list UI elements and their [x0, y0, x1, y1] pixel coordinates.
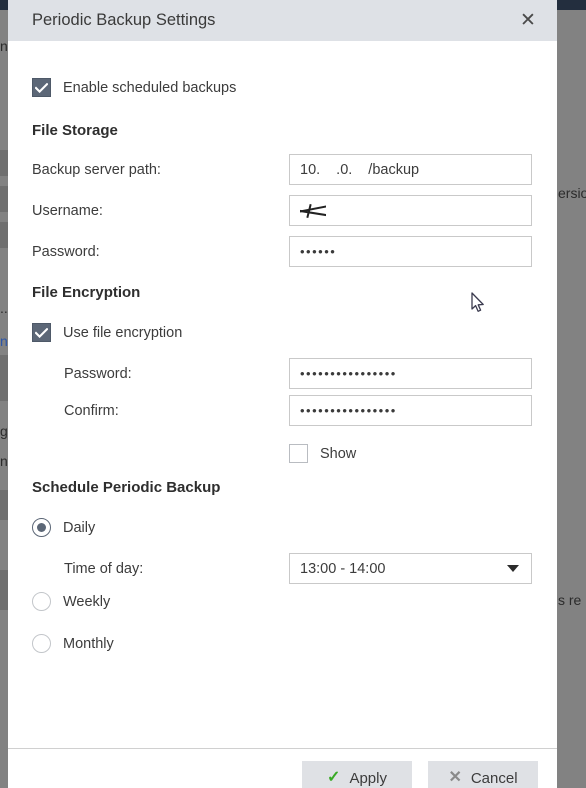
username-input[interactable] [289, 195, 532, 226]
dialog-body: Enable scheduled backups File Storage Ba… [8, 41, 557, 748]
background-text-fragment: s re [558, 592, 582, 608]
dialog-title: Periodic Backup Settings [32, 11, 216, 29]
encryption-password-label: Password: [64, 366, 132, 382]
time-of-day-select[interactable]: 13:00 - 14:00 [289, 553, 532, 584]
enable-scheduled-backups-label: Enable scheduled backups [63, 79, 237, 96]
cancel-button[interactable]: ✕ Cancel [428, 761, 538, 788]
storage-password-label: Password: [32, 244, 100, 260]
storage-password-input[interactable]: •••••• [289, 236, 532, 267]
apply-button[interactable]: ✓ Apply [302, 761, 412, 788]
checkbox-icon-checked[interactable] [32, 323, 51, 342]
backup-server-path-value-mid: .0. [336, 161, 353, 178]
radio-label-monthly: Monthly [63, 635, 114, 652]
redacted-username-scribble [300, 203, 326, 218]
section-title-schedule-periodic-backup: Schedule Periodic Backup [32, 479, 221, 496]
radio-option-monthly[interactable]: Monthly [32, 634, 114, 653]
x-icon: ✕ [448, 769, 462, 786]
background-text-fragment: .. [0, 300, 8, 316]
encryption-confirm-label: Confirm: [64, 403, 119, 419]
checkbox-icon-checked[interactable] [32, 78, 51, 97]
close-icon[interactable]: ✕ [515, 8, 541, 34]
background-text-fragment: n [0, 38, 8, 54]
backup-server-path-input[interactable]: 10. .0. /backup [289, 154, 532, 185]
background-text-fragment: n [0, 453, 8, 469]
show-password-checkbox-row[interactable]: Show [289, 444, 356, 463]
section-title-file-storage: File Storage [32, 122, 118, 139]
background-text-fragment: g [0, 423, 8, 439]
backup-server-path-value-suffix: /backup [368, 161, 420, 178]
section-title-file-encryption: File Encryption [32, 284, 141, 301]
backup-server-path-label: Backup server path: [32, 162, 161, 178]
radio-icon-selected[interactable] [32, 518, 51, 537]
periodic-backup-settings-dialog: Periodic Backup Settings ✕ Enable schedu… [8, 0, 557, 788]
radio-icon-unselected[interactable] [32, 592, 51, 611]
background-text-fragment: ersio [558, 185, 586, 201]
radio-option-weekly[interactable]: Weekly [32, 592, 110, 611]
use-file-encryption-label: Use file encryption [63, 324, 183, 341]
screen-root: n .. nc g n ersio s re Periodic Backup S… [0, 0, 586, 788]
background-fragment-block [0, 186, 8, 212]
backup-server-path-value-prefix: 10. [300, 161, 321, 178]
username-label: Username: [32, 203, 103, 219]
use-file-encryption-checkbox-row[interactable]: Use file encryption [32, 323, 182, 342]
encryption-confirm-input[interactable]: •••••••••••••••• [289, 395, 532, 426]
time-of-day-value: 13:00 - 14:00 [300, 560, 386, 577]
background-fragment-block [0, 355, 8, 401]
checkbox-icon-unchecked[interactable] [289, 444, 308, 463]
apply-button-label: Apply [349, 769, 387, 787]
radio-option-daily[interactable]: Daily [32, 518, 95, 537]
background-fragment-block [0, 150, 8, 176]
background-fragment-block [0, 490, 8, 520]
show-password-label: Show [320, 445, 357, 462]
cancel-button-label: Cancel [470, 769, 518, 787]
radio-icon-unselected[interactable] [32, 634, 51, 653]
encryption-password-input[interactable]: •••••••••••••••• [289, 358, 532, 389]
background-fragment-block [0, 570, 8, 610]
chevron-down-icon[interactable] [507, 565, 519, 572]
enable-scheduled-backups-checkbox-row[interactable]: Enable scheduled backups [32, 78, 236, 97]
check-icon: ✓ [327, 769, 341, 786]
dialog-titlebar: Periodic Backup Settings ✕ [8, 0, 557, 41]
radio-label-weekly: Weekly [63, 593, 111, 610]
radio-label-daily: Daily [63, 519, 96, 536]
time-of-day-label: Time of day: [64, 561, 144, 577]
background-fragment-block [0, 222, 8, 248]
dialog-footer: ✓ Apply ✕ Cancel [8, 748, 557, 788]
